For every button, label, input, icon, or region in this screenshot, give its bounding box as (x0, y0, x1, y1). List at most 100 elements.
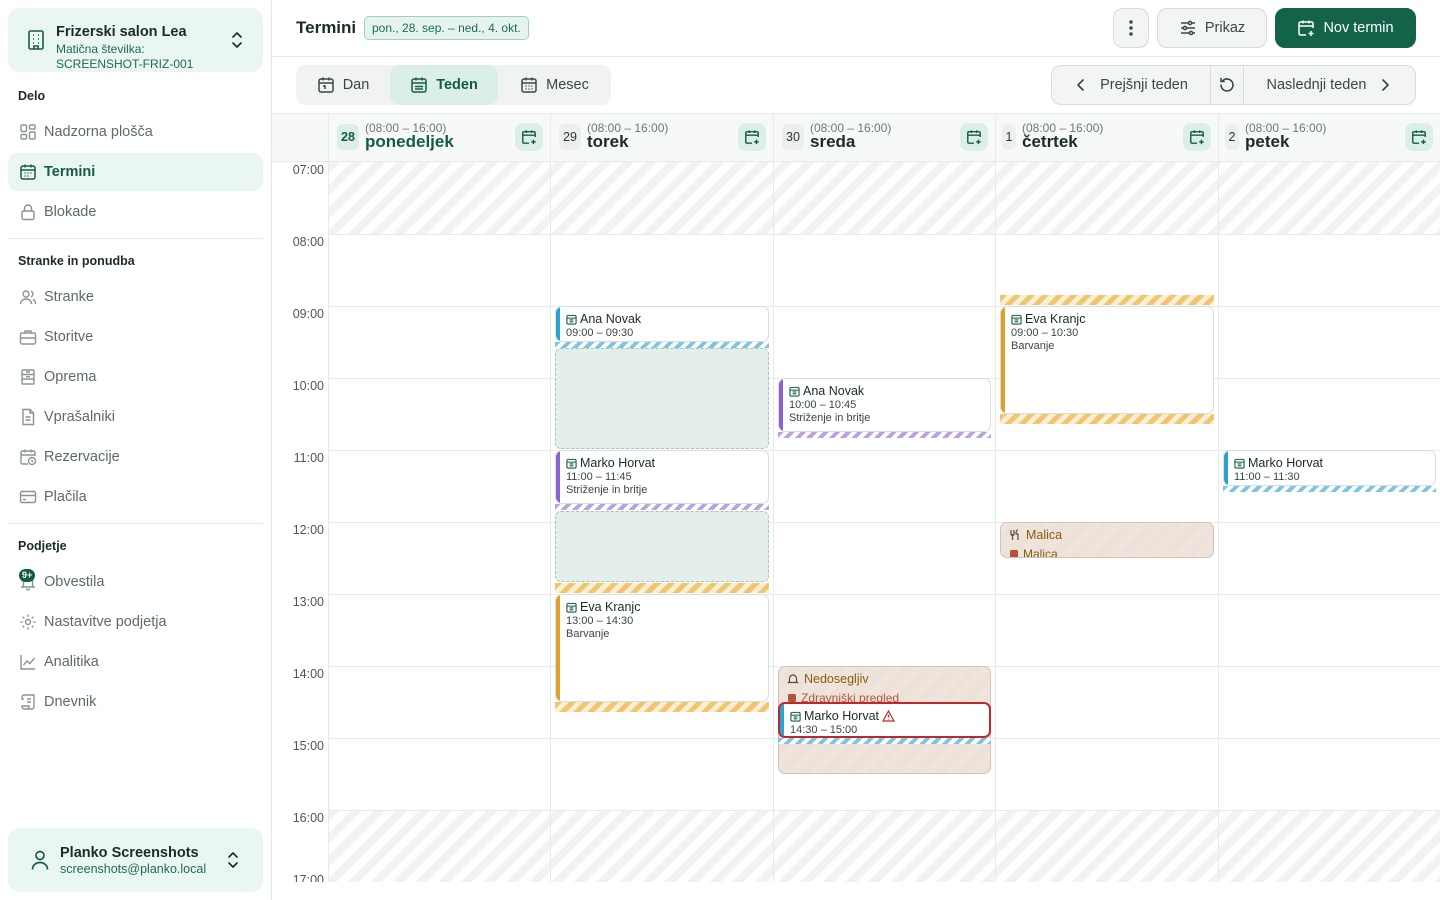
sidebar-item-questionnaires[interactable]: Vprašalniki (8, 398, 263, 436)
appointment-card[interactable]: Marko Horvat 11:00 – 11:45 Striženje in … (555, 450, 769, 504)
sidebar-item-dashboard[interactable]: Nadzorna plošča (8, 113, 263, 151)
time-label: 16:00 (292, 811, 324, 825)
appointment-client: Ana Novak (566, 312, 768, 326)
new-appointment-button[interactable]: Nov termin (1275, 8, 1416, 48)
day-number: 1 (1002, 124, 1016, 150)
time-label: 08:00 (292, 235, 324, 249)
block-subtitle: Malica (1009, 547, 1058, 557)
time-label: 12:00 (292, 523, 324, 537)
sidebar-item-services[interactable]: Storitve (8, 318, 263, 356)
refresh-icon (1220, 77, 1234, 92)
sidebar-divider (8, 523, 263, 524)
calendar-icon (1011, 314, 1022, 325)
sidebar-item-reservations[interactable]: Rezervacije (8, 438, 263, 476)
appointment-client: Marko Horvat (566, 456, 768, 470)
appointment-card[interactable]: Eva Kranjc 09:00 – 10:30 Barvanje (1000, 306, 1214, 414)
sidebar-item-label: Dnevnik (44, 694, 97, 710)
add-appointment-button[interactable] (738, 123, 766, 151)
user-icon (31, 850, 49, 870)
bell-icon (787, 674, 799, 684)
day-column-line (1218, 162, 1219, 882)
sidebar-item-label: Rezervacije (44, 449, 120, 465)
organization-name: Frizerski salon Lea (56, 24, 187, 40)
day-name: sreda (810, 132, 856, 151)
week-navigation: Prejšnji teden Naslednji teden (1051, 65, 1416, 105)
appointment-buffer (1223, 486, 1436, 492)
free-slot[interactable] (555, 348, 769, 449)
day-number: 2 (1225, 124, 1239, 150)
day-number: 29 (559, 124, 581, 150)
tab-month[interactable]: Mesec (498, 65, 611, 105)
appointment-card[interactable]: Eva Kranjc 13:00 – 14:30 Barvanje (555, 594, 769, 702)
appointment-color-bar (556, 595, 560, 701)
day-number: 30 (782, 124, 804, 150)
user-switcher[interactable]: Planko Screenshots screenshots@planko.lo… (8, 828, 263, 892)
lock-icon (18, 202, 38, 222)
sidebar-item-notifications[interactable]: 9+ Obvestila (8, 563, 263, 601)
top-bar: Termini pon., 28. sep. – ned., 4. okt. P… (272, 0, 1440, 57)
briefcase-icon (18, 327, 38, 347)
appointment-service: Barvanje (1011, 340, 1055, 352)
sidebar-item-payments[interactable]: Plačila (8, 478, 263, 516)
appointment-card[interactable]: Ana Novak 10:00 – 10:45 Striženje in bri… (778, 378, 991, 432)
appointment-card[interactable]: Marko Horvat 11:00 – 11:30 (1223, 450, 1436, 486)
appointment-service: Striženje in britje (789, 412, 871, 424)
lunch-block[interactable]: Malica Malica (1000, 522, 1214, 558)
calendar-icon (789, 386, 800, 397)
sidebar-item-clients[interactable]: Stranke (8, 278, 263, 316)
more-options-button[interactable] (1113, 8, 1149, 48)
sidebar-item-equipment[interactable]: Oprema (8, 358, 263, 396)
more-vertical-icon (1129, 20, 1133, 36)
current-week-button[interactable] (1210, 66, 1244, 104)
appointment-time: 09:00 – 09:30 (566, 327, 634, 339)
sidebar-item-log[interactable]: Dnevnik (8, 683, 263, 721)
calendar-plus-icon (1190, 130, 1204, 145)
appointment-client: Marko Horvat (790, 709, 989, 723)
credit-card-icon (18, 487, 38, 507)
add-appointment-button[interactable] (1183, 123, 1211, 151)
day-number: 28 (337, 124, 359, 150)
closed-hours (329, 162, 1440, 234)
scroll-icon (18, 692, 38, 712)
sidebar-item-blocks[interactable]: Blokade (8, 193, 263, 231)
view-options-button[interactable]: Prikaz (1157, 8, 1267, 48)
calendar-header: 28 (08:00 – 16:00) ponedeljek 29 (08:00 … (272, 113, 1440, 162)
next-week-button[interactable]: Naslednji teden (1244, 66, 1415, 104)
previous-week-button[interactable]: Prejšnji teden (1052, 66, 1210, 104)
closed-hours (329, 810, 1440, 882)
tab-label: Dan (342, 77, 370, 93)
add-appointment-button[interactable] (960, 123, 988, 151)
sidebar-item-label: Oprema (44, 369, 97, 385)
sliders-icon (1180, 20, 1195, 36)
equipment-icon (18, 367, 38, 387)
tab-day[interactable]: Dan (296, 65, 390, 105)
appointment-buffer (1000, 414, 1214, 424)
users-icon (18, 287, 38, 307)
free-slot[interactable] (555, 511, 769, 582)
calendar-icon (18, 162, 38, 182)
appointment-buffer (555, 702, 769, 712)
appointment-client: Eva Kranjc (566, 600, 768, 614)
day-column-line (995, 162, 996, 882)
sidebar-item-appointments[interactable]: Termini (8, 153, 263, 191)
tab-week[interactable]: Teden (390, 65, 498, 105)
appointment-card-conflict[interactable]: Marko Horvat 14:30 – 15:00 (778, 702, 991, 738)
sidebar-item-settings[interactable]: Nastavitve podjetja (8, 603, 263, 641)
chevron-left-icon (1077, 79, 1084, 91)
appointment-color-bar (1001, 307, 1005, 413)
warning-icon (882, 710, 896, 722)
time-label: 10:00 (292, 379, 324, 393)
sidebar-item-analytics[interactable]: Analitika (8, 643, 263, 681)
sidebar-item-label: Nadzorna plošča (44, 124, 153, 140)
add-appointment-button[interactable] (1405, 123, 1433, 151)
sidebar-item-label: Obvestila (44, 574, 105, 590)
appointment-buffer (778, 432, 991, 438)
calendar-week-icon (411, 77, 427, 93)
organization-switcher[interactable]: Frizerski salon Lea Matična številka: SC… (8, 8, 263, 72)
appointment-time: 13:00 – 14:30 (566, 615, 634, 627)
appointment-card[interactable]: Ana Novak 09:00 – 09:30 (555, 306, 769, 342)
add-appointment-button[interactable] (515, 123, 543, 151)
client-name: Marko Horvat (804, 709, 880, 723)
appointment-buffer (1000, 295, 1214, 305)
appointment-buffer (555, 504, 769, 510)
